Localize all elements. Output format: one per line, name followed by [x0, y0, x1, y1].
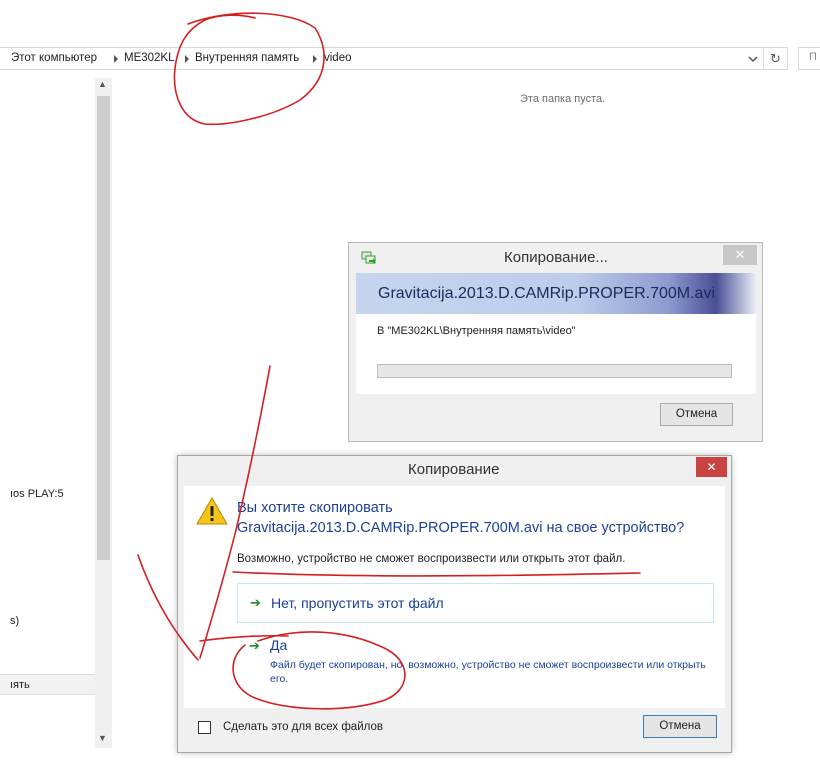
warning-icon	[196, 496, 228, 525]
copy-icon	[361, 251, 376, 264]
close-icon: ✕	[706, 460, 717, 474]
arrow-right-icon: ➔	[249, 638, 260, 653]
nav-item[interactable]: ıять	[10, 679, 30, 691]
copy-anyway-option[interactable]: ➔ Да Файл будет скопирован, но, возможно…	[237, 634, 714, 694]
breadcrumb-separator-icon[interactable]	[313, 55, 317, 63]
cancel-button[interactable]: Отмена	[643, 715, 717, 738]
breadcrumb-video[interactable]: video	[324, 52, 352, 64]
breadcrumb-internal-memory[interactable]: Внутренняя память	[195, 52, 299, 64]
close-button[interactable]: ✕	[696, 457, 727, 477]
close-button[interactable]: ✕	[723, 245, 757, 265]
refresh-button[interactable]: ↻	[763, 47, 788, 70]
skip-option-label: Нет, пропустить этот файл	[271, 595, 444, 611]
dialog-title: Копирование...	[504, 249, 608, 266]
progress-bar	[377, 364, 732, 378]
question-text: Вы хотите скопировать Gravitacija.2013.D…	[237, 498, 684, 538]
file-banner: Gravitacija.2013.D.CAMRip.PROPER.700M.av…	[356, 273, 756, 314]
scroll-up-icon[interactable]: ▲	[98, 79, 107, 89]
search-input[interactable]: П	[798, 47, 820, 70]
close-icon: ✕	[734, 247, 746, 262]
arrow-right-icon: ➔	[250, 595, 261, 610]
cancel-button[interactable]: Отмена	[660, 403, 733, 426]
copy-progress-dialog: Копирование... ✕ Gravitacija.2013.D.CAMR…	[348, 242, 763, 442]
empty-folder-message: Эта папка пуста.	[520, 93, 606, 105]
question-line-file: Gravitacija.2013.D.CAMRip.PROPER.700M.av…	[237, 520, 685, 536]
breadcrumb-separator-icon[interactable]	[185, 55, 189, 63]
yes-option-label: Да	[270, 637, 288, 653]
destination-text: В "ME302KL\Внутренняя память\video"	[377, 325, 576, 337]
breadcrumb-separator-icon[interactable]	[114, 55, 118, 63]
apply-all-checkbox[interactable]	[198, 721, 211, 734]
question-line: Вы хотите скопировать	[237, 500, 393, 516]
dialog-body: В "ME302KL\Внутренняя память\video"	[356, 314, 756, 394]
address-bar[interactable]: Этот компьютер ME302KL Внутренняя память…	[0, 47, 788, 70]
nav-item[interactable]: ıos PLAY:5	[10, 488, 64, 500]
warning-note: Возможно, устройство не сможет воспроизв…	[237, 553, 626, 565]
dialog-title-bar[interactable]: Копирование... ✕	[349, 243, 762, 271]
copy-confirm-dialog: Копирование ✕ Вы хотите скопировать Grav…	[177, 455, 732, 753]
yes-option-description: Файл будет скопирован, но, возможно, уст…	[270, 659, 706, 685]
file-name: Gravitacija.2013.D.CAMRip.PROPER.700M.av…	[378, 285, 716, 302]
dialog-body: Вы хотите скопировать Gravitacija.2013.D…	[184, 486, 725, 708]
dialog-title: Копирование	[408, 461, 500, 478]
skip-file-option[interactable]: ➔ Нет, пропустить этот файл	[237, 583, 714, 623]
breadcrumb-this-pc[interactable]: Этот компьютер	[11, 52, 97, 64]
scrollbar-thumb[interactable]	[97, 96, 110, 560]
refresh-icon: ↻	[770, 50, 781, 66]
breadcrumb-device[interactable]: ME302KL	[124, 52, 175, 64]
scroll-down-icon[interactable]: ▼	[98, 733, 107, 743]
chevron-down-icon[interactable]	[746, 52, 760, 66]
apply-all-label[interactable]: Сделать это для всех файлов	[223, 721, 383, 733]
nav-item[interactable]: s)	[10, 615, 19, 627]
